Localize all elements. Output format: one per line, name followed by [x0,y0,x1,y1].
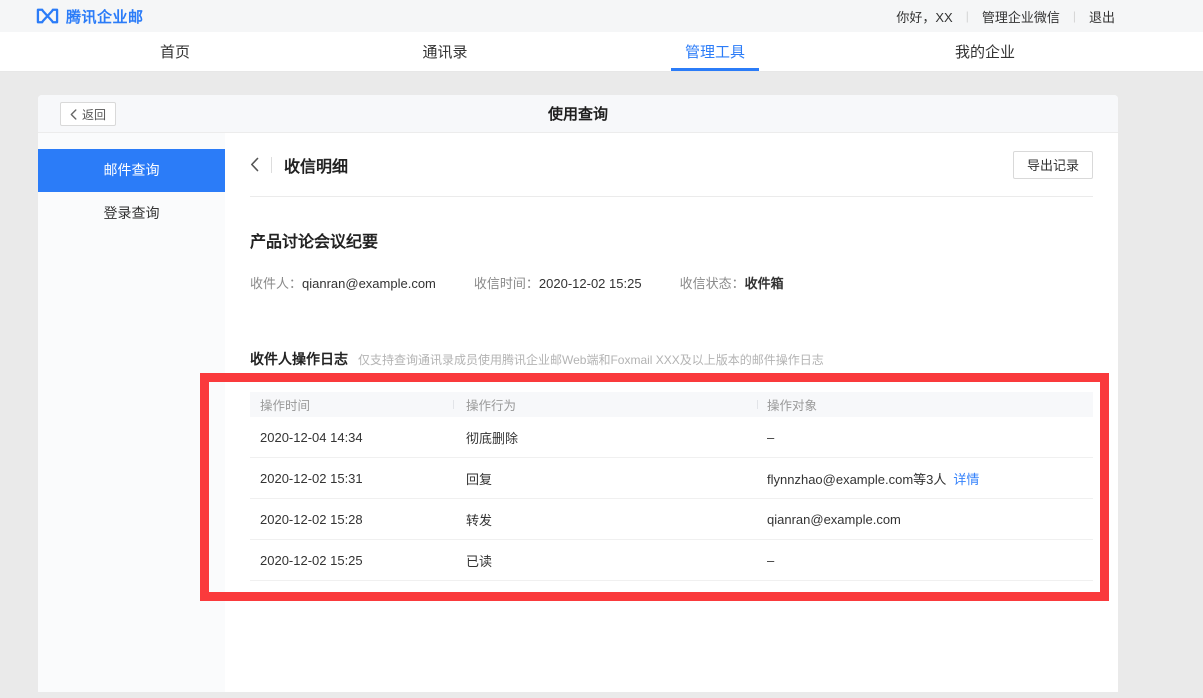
usage-query-panel: 返回 使用查询 邮件查询 登录查询 收信明细 导出记录 产品讨 [38,95,1118,692]
brand-name: 腾讯企业邮 [66,6,144,27]
detail-title: 收信明细 [284,153,348,177]
page-title: 使用查询 [548,103,608,124]
cell-target-text: qianran@example.com [767,512,901,527]
mail-subject: 产品讨论会议纪要 [250,228,1093,252]
brand: 腾讯企业邮 [36,6,144,27]
cell-action: 回复 [453,469,757,488]
cell-action: 已读 [453,551,757,570]
meta-receive-status: 收信状态：收件箱 [680,273,784,292]
table-row: 2020-12-02 15:28 转发 qianran@example.com [250,499,1093,540]
column-header-time: 操作时间 [250,395,453,414]
cell-target: qianran@example.com [757,512,1093,527]
cell-action: 彻底删除 [453,428,757,447]
cell-target-text: – [767,553,774,568]
separator: | [1073,9,1076,23]
tab-my-company[interactable]: 我的企业 [850,32,1120,71]
detail-back-button[interactable] [250,157,259,172]
main-content: 收信明细 导出记录 产品讨论会议纪要 收件人：qianran@example.c… [225,133,1118,692]
export-records-button[interactable]: 导出记录 [1013,151,1093,179]
panel-body: 邮件查询 登录查询 收信明细 导出记录 产品讨论会议纪要 收件人：qianran… [38,133,1118,692]
logout-link[interactable]: 退出 [1089,7,1115,26]
column-header-action: 操作行为 [453,395,757,414]
vertical-divider [271,157,272,173]
panel-header: 返回 使用查询 [38,95,1118,133]
meta-recipient: 收件人：qianran@example.com [250,273,436,292]
back-button[interactable]: 返回 [60,102,116,126]
column-header-target: 操作对象 [757,395,1093,414]
chevron-left-icon [250,157,259,172]
sidebar-item-mail-query[interactable]: 邮件查询 [38,149,225,192]
table-row: 2020-12-02 15:31 回复 flynnzhao@example.co… [250,458,1093,499]
meta-receive-time: 收信时间：2020-12-02 15:25 [474,273,642,292]
screen: 腾讯企业邮 你好，XX | 管理企业微信 | 退出 首页 通讯录 管理工具 我的… [0,0,1203,698]
nav-tabs: 首页 通讯录 管理工具 我的企业 [40,32,1120,71]
separator: | [966,9,969,23]
cell-target: flynnzhao@example.com等3人详情 [757,469,1093,488]
cell-target-text: flynnzhao@example.com等3人 [767,472,946,487]
sidebar: 邮件查询 登录查询 [38,133,225,692]
manage-wecom-link[interactable]: 管理企业微信 [982,7,1060,26]
receive-status-label: 收信状态： [680,276,745,291]
cell-time: 2020-12-02 15:25 [250,553,453,568]
receive-status-value: 收件箱 [745,276,784,291]
receive-time-label: 收信时间： [474,276,539,291]
greeting-text: 你好，XX [896,7,952,26]
navbar: 首页 通讯录 管理工具 我的企业 [0,32,1203,72]
mail-meta: 收件人：qianran@example.com 收信时间：2020-12-02 … [250,273,1093,292]
recipient-label: 收件人： [250,276,302,291]
sidebar-item-login-query[interactable]: 登录查询 [38,192,225,235]
cell-time: 2020-12-02 15:31 [250,471,453,486]
table-header-row: 操作时间 操作行为 操作对象 [250,392,1093,417]
cell-action: 转发 [453,510,757,529]
cell-time: 2020-12-02 15:28 [250,512,453,527]
cell-target: – [757,430,1093,445]
detail-link[interactable]: 详情 [953,472,979,487]
log-note: 仅支持查询通讯录成员使用腾讯企业邮Web端和Foxmail XXX及以上版本的邮… [358,351,824,368]
cell-time: 2020-12-04 14:34 [250,430,453,445]
tab-admin-tools[interactable]: 管理工具 [580,32,850,71]
tab-home[interactable]: 首页 [40,32,310,71]
recipient-value: qianran@example.com [302,276,436,291]
log-heading: 收件人操作日志 [250,349,348,369]
exmail-logo-icon [36,8,59,24]
topbar: 腾讯企业邮 你好，XX | 管理企业微信 | 退出 [0,0,1203,32]
operation-log-table: 操作时间 操作行为 操作对象 2020-12-04 14:34 彻底删除 – 2… [250,392,1093,581]
receive-time-value: 2020-12-02 15:25 [539,276,642,291]
tab-contacts[interactable]: 通讯录 [310,32,580,71]
cell-target: – [757,553,1093,568]
table-row: 2020-12-02 15:25 已读 – [250,540,1093,581]
chevron-left-icon [70,109,77,120]
topbar-right: 你好，XX | 管理企业微信 | 退出 [896,7,1115,26]
back-button-label: 返回 [82,106,106,123]
log-heading-row: 收件人操作日志 仅支持查询通讯录成员使用腾讯企业邮Web端和Foxmail XX… [250,349,1093,369]
table-row: 2020-12-04 14:34 彻底删除 – [250,417,1093,458]
detail-header: 收信明细 导出记录 [250,133,1093,197]
cell-target-text: – [767,430,774,445]
